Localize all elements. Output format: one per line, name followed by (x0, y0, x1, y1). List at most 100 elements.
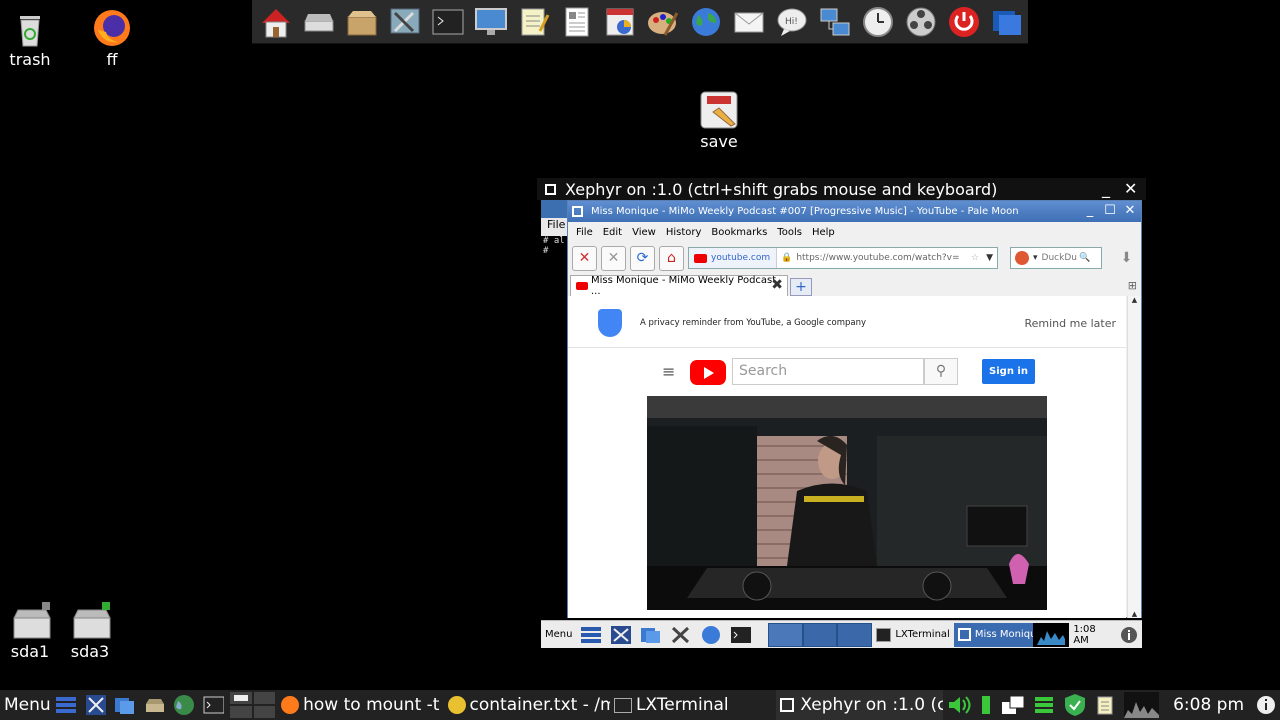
task-xephyr[interactable]: Xephyr on :1.0 (c (776, 690, 943, 720)
clock-icon[interactable] (858, 3, 898, 41)
download-button[interactable]: ⬇ (1114, 246, 1139, 271)
menu-lines-icon[interactable] (1029, 690, 1059, 720)
clock[interactable]: 6:08 pm (1163, 690, 1252, 720)
chart-icon[interactable] (600, 3, 640, 41)
task-firefox[interactable]: how to mount -t (277, 690, 443, 720)
settings-icon[interactable] (385, 3, 425, 41)
home-icon[interactable] (256, 3, 296, 41)
scroll-up-icon[interactable]: ▲ (1128, 296, 1141, 304)
search-bar[interactable]: ▾ DuckDu 🔍 (1010, 247, 1102, 269)
menu-edit[interactable]: Edit (599, 227, 626, 238)
file-manager-icon[interactable] (636, 623, 666, 647)
stop-button[interactable]: ✕ (572, 245, 597, 271)
search-placeholder: DuckDu (1041, 253, 1077, 263)
desktop-icon-sda3[interactable]: sda3 (58, 600, 122, 661)
tab-list-icon[interactable]: ⊞ (1128, 279, 1137, 292)
youtube-search-button[interactable]: ⚲ (924, 358, 958, 385)
lxterminal-window-fragment[interactable]: File # al # (541, 200, 567, 620)
globe-icon[interactable] (696, 623, 726, 647)
task-lxterminal[interactable]: LXTerminal (610, 690, 776, 720)
workspace-switcher[interactable] (228, 690, 277, 720)
info-icon[interactable] (1116, 623, 1142, 647)
minimize-button[interactable]: _ (1082, 203, 1098, 218)
terminal-icon[interactable] (428, 3, 468, 41)
power-icon[interactable] (944, 3, 984, 41)
chat-icon[interactable]: Hi! (772, 3, 812, 41)
terminal-icon[interactable] (199, 690, 229, 720)
desktop-icon[interactable] (51, 690, 81, 720)
task-lxterminal[interactable]: LXTerminal (872, 623, 954, 647)
maximize-button[interactable]: ☐ (1102, 203, 1118, 218)
task-container-txt[interactable]: container.txt - /m (444, 690, 610, 720)
windows-icon[interactable] (987, 3, 1027, 41)
remind-later-button[interactable]: Remind me later (1024, 317, 1116, 330)
search-engine-dropdown-icon[interactable]: ▾ (1033, 253, 1038, 263)
settings-icon[interactable] (606, 623, 636, 647)
desktop-icon-save[interactable]: save (687, 90, 751, 151)
dropdown-arrow-icon[interactable]: ▼ (986, 253, 993, 263)
settings-icon[interactable] (81, 690, 111, 720)
drive-icon[interactable] (140, 690, 170, 720)
workspace-2[interactable] (802, 622, 838, 647)
home-button[interactable]: ⌂ (659, 245, 684, 271)
hamburger-menu-icon[interactable]: ≡ (662, 362, 675, 381)
info-icon[interactable] (1252, 690, 1280, 720)
reload-button[interactable]: ⟳ (630, 245, 655, 271)
drive-icon[interactable] (299, 3, 339, 41)
tab-close-icon[interactable]: ✖ (771, 277, 783, 293)
new-tab-button[interactable]: + (790, 278, 812, 296)
url-bar[interactable]: youtube.com 🔒 https://www.youtube.com/wa… (688, 247, 998, 269)
file-manager-icon[interactable] (110, 690, 140, 720)
task-miss-monique[interactable]: Miss Moniqu (953, 622, 1034, 647)
volume-icon[interactable] (943, 690, 976, 720)
close-page-button[interactable]: ✕ (601, 245, 626, 271)
clipboard-icon[interactable] (1090, 690, 1120, 720)
workspace-1[interactable] (768, 622, 803, 647)
menu-file[interactable]: File (572, 227, 597, 238)
notepad-icon[interactable] (514, 3, 554, 41)
menu-help[interactable]: Help (808, 227, 839, 238)
desktop-icon[interactable] (576, 623, 606, 647)
desktop-icon-firefox[interactable]: ff (80, 8, 144, 69)
paint-icon[interactable] (643, 3, 683, 41)
desktop-icon-sda1[interactable]: sda1 (0, 600, 62, 661)
main-menu-button[interactable]: Menu (0, 690, 51, 720)
close-button[interactable]: ✕ (1122, 203, 1138, 218)
shield-icon[interactable] (1059, 690, 1090, 720)
minimize-button[interactable]: _ (1102, 179, 1110, 198)
menu-tools[interactable]: Tools (773, 227, 806, 238)
close-button[interactable]: ✕ (1124, 179, 1137, 198)
menu-history[interactable]: History (662, 227, 706, 238)
network-icon[interactable] (815, 3, 855, 41)
globe-icon[interactable] (686, 3, 726, 41)
youtube-search-input[interactable]: Search (732, 358, 924, 385)
package-icon[interactable] (342, 3, 382, 41)
site-identity[interactable]: youtube.com (689, 248, 778, 268)
document-icon[interactable] (557, 3, 597, 41)
lxterminal-menu-file[interactable]: File (541, 218, 567, 236)
youtube-logo[interactable] (690, 360, 726, 385)
youtube-favicon (694, 254, 707, 263)
inner-clock[interactable]: 1:08 AM (1069, 623, 1116, 647)
monitor-icon[interactable] (471, 3, 511, 41)
mail-icon[interactable] (729, 3, 769, 41)
workspace-3[interactable] (837, 622, 872, 647)
tools-icon[interactable] (666, 623, 696, 647)
tab-youtube[interactable]: Miss Monique - MiMo Weekly Podcast ... ✖ (570, 275, 788, 297)
globe-icon[interactable] (169, 690, 199, 720)
bookmark-star-icon[interactable]: ☆ (971, 253, 979, 263)
video-player[interactable] (647, 396, 1047, 610)
desktop-icon-trash[interactable]: trash (0, 8, 62, 69)
scroll-down-icon[interactable]: ▲ (1128, 610, 1141, 618)
menu-view[interactable]: View (628, 227, 660, 238)
terminal-icon[interactable] (726, 623, 756, 647)
film-icon[interactable] (901, 3, 941, 41)
vertical-scrollbar[interactable]: ▲ ▲ (1127, 296, 1141, 618)
network-windows-icon[interactable] (996, 690, 1029, 720)
inner-menu-button[interactable]: Menu (541, 623, 576, 647)
search-icon[interactable]: 🔍 (1079, 253, 1090, 263)
menu-bookmarks[interactable]: Bookmarks (707, 227, 771, 238)
xephyr-titlebar[interactable]: Xephyr on :1.0 (ctrl+shift grabs mouse a… (537, 178, 1146, 200)
sign-in-button[interactable]: Sign in (982, 359, 1035, 384)
palemoon-titlebar[interactable]: Miss Monique - MiMo Weekly Podcast #007 … (568, 201, 1141, 222)
